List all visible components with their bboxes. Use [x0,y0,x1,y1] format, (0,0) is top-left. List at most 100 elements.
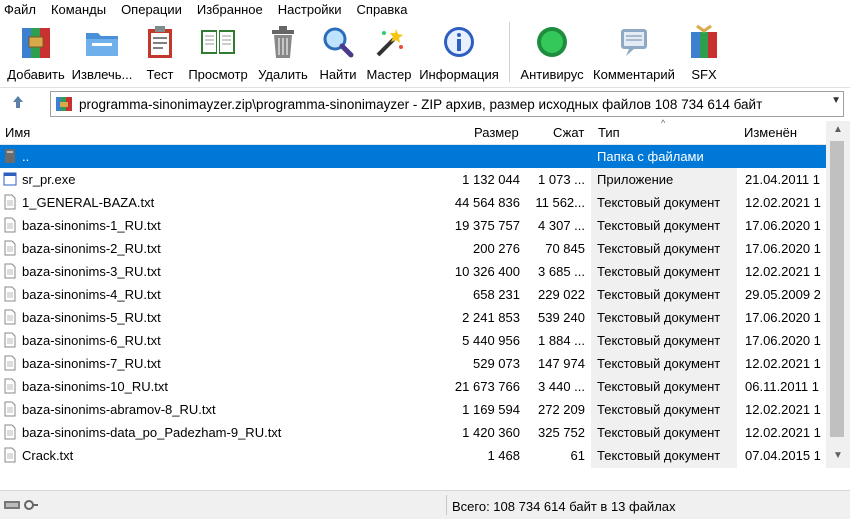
file-row[interactable]: Crack.txt 1 468 61 Текстовый документ 07.04.… [0,444,826,467]
file-name: baza-sinonims-abramov-8_RU.txt [22,402,216,417]
comment-icon [614,22,654,62]
book-icon [198,22,238,62]
file-row[interactable]: 1_GENERAL-BAZA.txt 44 564 836 11 562... Тек… [0,191,826,214]
file-modified: 17.06.2020 1 [745,333,821,348]
file-row[interactable]: baza-sinonims-6_RU.txt 5 440 956 1 884 ...… [0,329,826,352]
file-row[interactable]: .. Папка с файлами [0,145,826,168]
menu-favorites[interactable]: Избранное [197,2,263,17]
file-size: 1 169 594 [462,402,520,417]
text-file-icon [3,309,17,325]
file-name: baza-sinonims-1_RU.txt [22,218,161,233]
file-type: Текстовый документ [597,379,721,394]
column-size[interactable]: Размер [474,125,519,140]
file-packed: 3 685 ... [538,264,585,279]
file-packed: 70 845 [545,241,585,256]
status-total: Всего: 108 734 614 байт в 13 файлах [452,499,676,514]
file-row[interactable]: baza-sinonims-2_RU.txt 200 276 70 845 Текст… [0,237,826,260]
file-name: baza-sinonims-2_RU.txt [22,241,161,256]
text-file-icon [3,447,17,463]
file-size: 1 132 044 [462,172,520,187]
clipboard-check-icon [140,22,180,62]
file-row[interactable]: baza-sinonims-1_RU.txt 19 375 757 4 307 ..… [0,214,826,237]
file-modified: 07.04.2015 1 [745,448,821,463]
file-packed: 1 884 ... [538,333,585,348]
file-type: Текстовый документ [597,195,721,210]
file-row[interactable]: baza-sinonims-10_RU.txt 21 673 766 3 440 .… [0,375,826,398]
magnifier-icon [318,22,358,62]
file-row[interactable]: baza-sinonims-data_po_Padezham-9_RU.txt 1… [0,421,826,444]
file-size: 10 326 400 [454,264,520,279]
file-row[interactable]: baza-sinonims-4_RU.txt 658 231 229 022 Текс… [0,283,826,306]
file-row[interactable]: baza-sinonims-abramov-8_RU.txt 1 169 594 2… [0,398,826,421]
delete-button[interactable]: Удалить [253,19,313,85]
file-modified: 17.06.2020 1 [745,310,821,325]
file-modified: 12.02.2021 1 [745,402,821,417]
menu-file[interactable]: Файл [4,2,36,17]
text-file-icon [3,355,17,371]
file-size: 21 673 766 [454,379,520,394]
info-button[interactable]: Информация [415,19,503,85]
file-size: 658 231 [473,287,520,302]
menu-bar: Файл Команды Операции Избранное Настройк… [0,0,850,19]
text-file-icon [3,286,17,302]
file-packed: 1 073 ... [538,172,585,187]
add-button[interactable]: Добавить [5,19,67,85]
menu-operations[interactable]: Операции [121,2,182,17]
file-size: 19 375 757 [454,218,520,233]
file-name: baza-sinonims-data_po_Padezham-9_RU.txt [22,425,282,440]
column-header: Имя Размер Сжат Тип ^ Изменён [0,118,826,145]
info-icon [439,22,479,62]
view-button[interactable]: Просмотр [183,19,253,85]
file-packed: 539 240 [538,310,585,325]
sfx-button[interactable]: SFX [680,19,728,85]
column-packed[interactable]: Сжат [553,125,584,140]
column-name[interactable]: Имя [5,125,30,140]
address-field[interactable]: programma-sinonimayzer.zip\programma-sin… [50,91,844,117]
list-empty-area [0,468,826,490]
file-packed: 229 022 [538,287,585,302]
zip-archive-icon [56,97,72,111]
text-file-icon [3,263,17,279]
chevron-down-icon[interactable]: ▼ [831,95,841,106]
wizard-button[interactable]: Мастер [363,19,415,85]
file-modified: 17.06.2020 1 [745,241,821,256]
extract-button[interactable]: Извлечь... [67,19,137,85]
scroll-down-icon[interactable]: ▼ [826,447,850,465]
file-type: Текстовый документ [597,264,721,279]
up-arrow-icon[interactable] [10,94,28,112]
toolbar: Добавить Извлечь... Тест Просмотр Удалит… [0,19,850,85]
file-modified: 06.11.2011 1 [745,379,819,394]
file-list: .. Папка с файлами sr_pr.exe 1 132 044 1 073… [0,145,826,468]
test-button[interactable]: Тест [137,19,183,85]
file-modified: 12.02.2021 1 [745,425,821,440]
file-size: 529 073 [473,356,520,371]
column-modified[interactable]: Изменён [744,125,797,140]
scroll-thumb[interactable] [830,141,844,437]
file-row[interactable]: baza-sinonims-3_RU.txt 10 326 400 3 685 ..… [0,260,826,283]
sort-arrow-icon: ^ [661,118,666,128]
status-bar: Всего: 108 734 614 байт в 13 файлах [0,490,850,519]
file-type: Текстовый документ [597,356,721,371]
file-row[interactable]: baza-sinonims-7_RU.txt 529 073 147 974 Текс… [0,352,826,375]
scroll-up-icon[interactable]: ▲ [826,121,850,139]
comment-button[interactable]: Комментарий [588,19,680,85]
file-name: baza-sinonims-3_RU.txt [22,264,161,279]
file-name: baza-sinonims-5_RU.txt [22,310,161,325]
address-bar: programma-sinonimayzer.zip\programma-sin… [0,87,850,120]
menu-settings[interactable]: Настройки [278,2,342,17]
file-name: baza-sinonims-7_RU.txt [22,356,161,371]
text-file-icon [3,194,17,210]
exe-icon [3,171,17,187]
file-row[interactable]: sr_pr.exe 1 132 044 1 073 ... Приложение 21.… [0,168,826,191]
file-modified: 12.02.2021 1 [745,195,821,210]
file-name: baza-sinonims-4_RU.txt [22,287,161,302]
find-button[interactable]: Найти [313,19,363,85]
file-type: Текстовый документ [597,310,721,325]
menu-help[interactable]: Справка [357,2,408,17]
column-type[interactable]: Тип [598,125,620,140]
file-row[interactable]: baza-sinonims-5_RU.txt 2 241 853 539 240 Те… [0,306,826,329]
file-packed: 3 440 ... [538,379,585,394]
vertical-scrollbar[interactable]: ▲ ▼ [826,121,850,468]
menu-commands[interactable]: Команды [51,2,106,17]
antivirus-button[interactable]: Антивирус [516,19,588,85]
